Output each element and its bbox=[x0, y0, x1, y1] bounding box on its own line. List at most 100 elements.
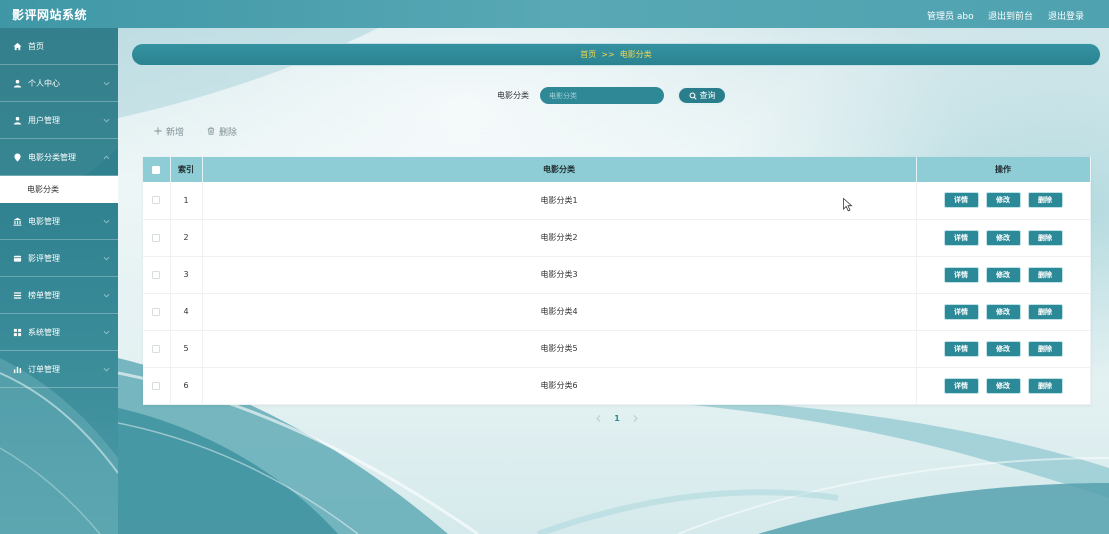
app-title: 影评网站系统 bbox=[12, 8, 88, 22]
search-button[interactable]: 查询 bbox=[677, 86, 727, 105]
row-select-cell bbox=[143, 256, 171, 294]
next-page-button[interactable] bbox=[633, 414, 638, 422]
sidebar-item-user-management[interactable]: 用户管理 bbox=[0, 102, 118, 139]
sidebar-subitem-movie-category[interactable]: 电影分类 bbox=[0, 176, 118, 203]
delete-button[interactable]: 删除 bbox=[1027, 377, 1063, 394]
chevron-down-icon bbox=[103, 81, 110, 86]
detail-button[interactable]: 详情 bbox=[943, 266, 979, 283]
row-actions-cell: 详情 修改 删除 bbox=[916, 293, 1091, 331]
table-row: 1 电影分类1 详情 修改 删除 bbox=[143, 182, 1091, 220]
chevron-up-icon bbox=[103, 155, 110, 160]
row-checkbox[interactable] bbox=[152, 196, 161, 205]
row-select-cell bbox=[143, 182, 171, 220]
row-action-buttons: 详情 修改 删除 bbox=[917, 340, 1090, 357]
main-content: 首页 >> 电影分类 电影分类 查询 新增 删除 索引 电影分类 bbox=[118, 28, 1109, 534]
table-header-row: 索引 电影分类 操作 bbox=[143, 157, 1091, 182]
row-action-buttons: 详情 修改 删除 bbox=[917, 303, 1090, 320]
row-actions-cell: 详情 修改 删除 bbox=[916, 219, 1091, 257]
chevron-down-icon bbox=[103, 219, 110, 224]
search-button-label: 查询 bbox=[699, 91, 716, 100]
logout-link[interactable]: 退出登录 bbox=[1048, 9, 1084, 22]
sidebar-item-label: 电影管理 bbox=[28, 216, 60, 226]
batch-delete-button[interactable]: 删除 bbox=[207, 125, 237, 138]
delete-button-label: 删除 bbox=[219, 127, 238, 138]
table-row: 4 电影分类4 详情 修改 删除 bbox=[143, 293, 1091, 331]
sidebar-item-label: 榜单管理 bbox=[28, 290, 60, 300]
sidebar-item-review-management[interactable]: 影评管理 bbox=[0, 240, 118, 277]
detail-button[interactable]: 详情 bbox=[943, 229, 979, 246]
sidebar-item-movie-category-management[interactable]: 电影分类管理 bbox=[0, 139, 118, 176]
row-action-buttons: 详情 修改 删除 bbox=[917, 229, 1090, 246]
grid-icon bbox=[13, 328, 22, 336]
add-button[interactable]: 新增 bbox=[154, 125, 184, 138]
breadcrumb-home[interactable]: 首页 bbox=[580, 49, 596, 60]
row-select-cell bbox=[143, 219, 171, 257]
edit-button[interactable]: 修改 bbox=[985, 192, 1021, 209]
edit-button[interactable]: 修改 bbox=[985, 266, 1021, 283]
row-index: 2 bbox=[170, 219, 203, 257]
building-icon bbox=[13, 217, 22, 226]
sidebar-menu: 首页 个人中心 用户管理 电影分类管理 电影分类 电影管理 影评管理 榜单管理 … bbox=[0, 28, 118, 388]
prev-page-button[interactable] bbox=[596, 414, 601, 422]
breadcrumb-current: 电影分类 bbox=[619, 50, 652, 59]
column-header-category: 电影分类 bbox=[202, 157, 917, 182]
row-category-name: 电影分类6 bbox=[202, 367, 917, 405]
plus-icon bbox=[154, 127, 162, 135]
select-all-checkbox[interactable] bbox=[152, 165, 161, 174]
row-checkbox[interactable] bbox=[152, 344, 161, 353]
add-button-label: 新增 bbox=[166, 127, 185, 138]
row-action-buttons: 详情 修改 删除 bbox=[917, 266, 1090, 283]
chevron-left-icon bbox=[596, 414, 601, 422]
delete-button[interactable]: 删除 bbox=[1027, 303, 1063, 320]
detail-button[interactable]: 详情 bbox=[943, 192, 979, 209]
search-form: 电影分类 查询 bbox=[497, 86, 727, 105]
sidebar-item-personal-center[interactable]: 个人中心 bbox=[0, 65, 118, 102]
row-index: 3 bbox=[170, 256, 203, 294]
sidebar-item-label: 电影分类管理 bbox=[28, 152, 76, 162]
home-icon bbox=[13, 42, 22, 50]
row-index: 1 bbox=[170, 182, 203, 220]
row-category-name: 电影分类1 bbox=[202, 182, 917, 220]
exit-to-frontend-link[interactable]: 退出到前台 bbox=[988, 9, 1033, 22]
sidebar-item-label: 系统管理 bbox=[28, 327, 60, 337]
edit-button[interactable]: 修改 bbox=[985, 303, 1021, 320]
row-select-cell bbox=[143, 330, 171, 368]
sidebar-item-home[interactable]: 首页 bbox=[0, 28, 118, 65]
chevron-down-icon bbox=[103, 293, 110, 298]
row-checkbox[interactable] bbox=[152, 381, 161, 390]
sidebar-item-movie-management[interactable]: 电影管理 bbox=[0, 203, 118, 240]
detail-button[interactable]: 详情 bbox=[943, 340, 979, 357]
edit-button[interactable]: 修改 bbox=[985, 377, 1021, 394]
breadcrumb-separator: >> bbox=[601, 50, 615, 59]
top-header-bar: 影评网站系统 管理员 abo 退出到前台 退出登录 bbox=[0, 0, 1109, 28]
row-select-cell bbox=[143, 293, 171, 331]
sidebar-item-ranking-management[interactable]: 榜单管理 bbox=[0, 277, 118, 314]
search-label: 电影分类 bbox=[497, 91, 529, 100]
row-index: 6 bbox=[170, 367, 203, 405]
delete-button[interactable]: 删除 bbox=[1027, 266, 1063, 283]
row-index: 5 bbox=[170, 330, 203, 368]
edit-button[interactable]: 修改 bbox=[985, 340, 1021, 357]
column-header-actions: 操作 bbox=[916, 157, 1091, 182]
row-checkbox[interactable] bbox=[152, 233, 161, 242]
select-all-cell bbox=[143, 157, 171, 182]
row-action-buttons: 详情 修改 删除 bbox=[917, 192, 1090, 209]
list-icon bbox=[13, 291, 22, 299]
page-number-current[interactable]: 1 bbox=[614, 414, 620, 423]
sidebar-item-system-management[interactable]: 系统管理 bbox=[0, 314, 118, 351]
edit-button[interactable]: 修改 bbox=[985, 229, 1021, 246]
row-category-name: 电影分类3 bbox=[202, 256, 917, 294]
delete-button[interactable]: 删除 bbox=[1027, 229, 1063, 246]
sidebar-item-label: 个人中心 bbox=[28, 78, 60, 88]
row-actions-cell: 详情 修改 删除 bbox=[916, 367, 1091, 405]
category-table: 索引 电影分类 操作 1 电影分类1 详情 修改 删除 2 电影分类2 详情 修… bbox=[143, 157, 1091, 405]
chevron-down-icon bbox=[103, 256, 110, 261]
delete-button[interactable]: 删除 bbox=[1027, 192, 1063, 209]
sidebar-item-order-management[interactable]: 订单管理 bbox=[0, 351, 118, 388]
delete-button[interactable]: 删除 bbox=[1027, 340, 1063, 357]
search-input[interactable] bbox=[540, 87, 664, 104]
detail-button[interactable]: 详情 bbox=[943, 303, 979, 320]
row-checkbox[interactable] bbox=[152, 270, 161, 279]
detail-button[interactable]: 详情 bbox=[943, 377, 979, 394]
row-checkbox[interactable] bbox=[152, 307, 161, 316]
